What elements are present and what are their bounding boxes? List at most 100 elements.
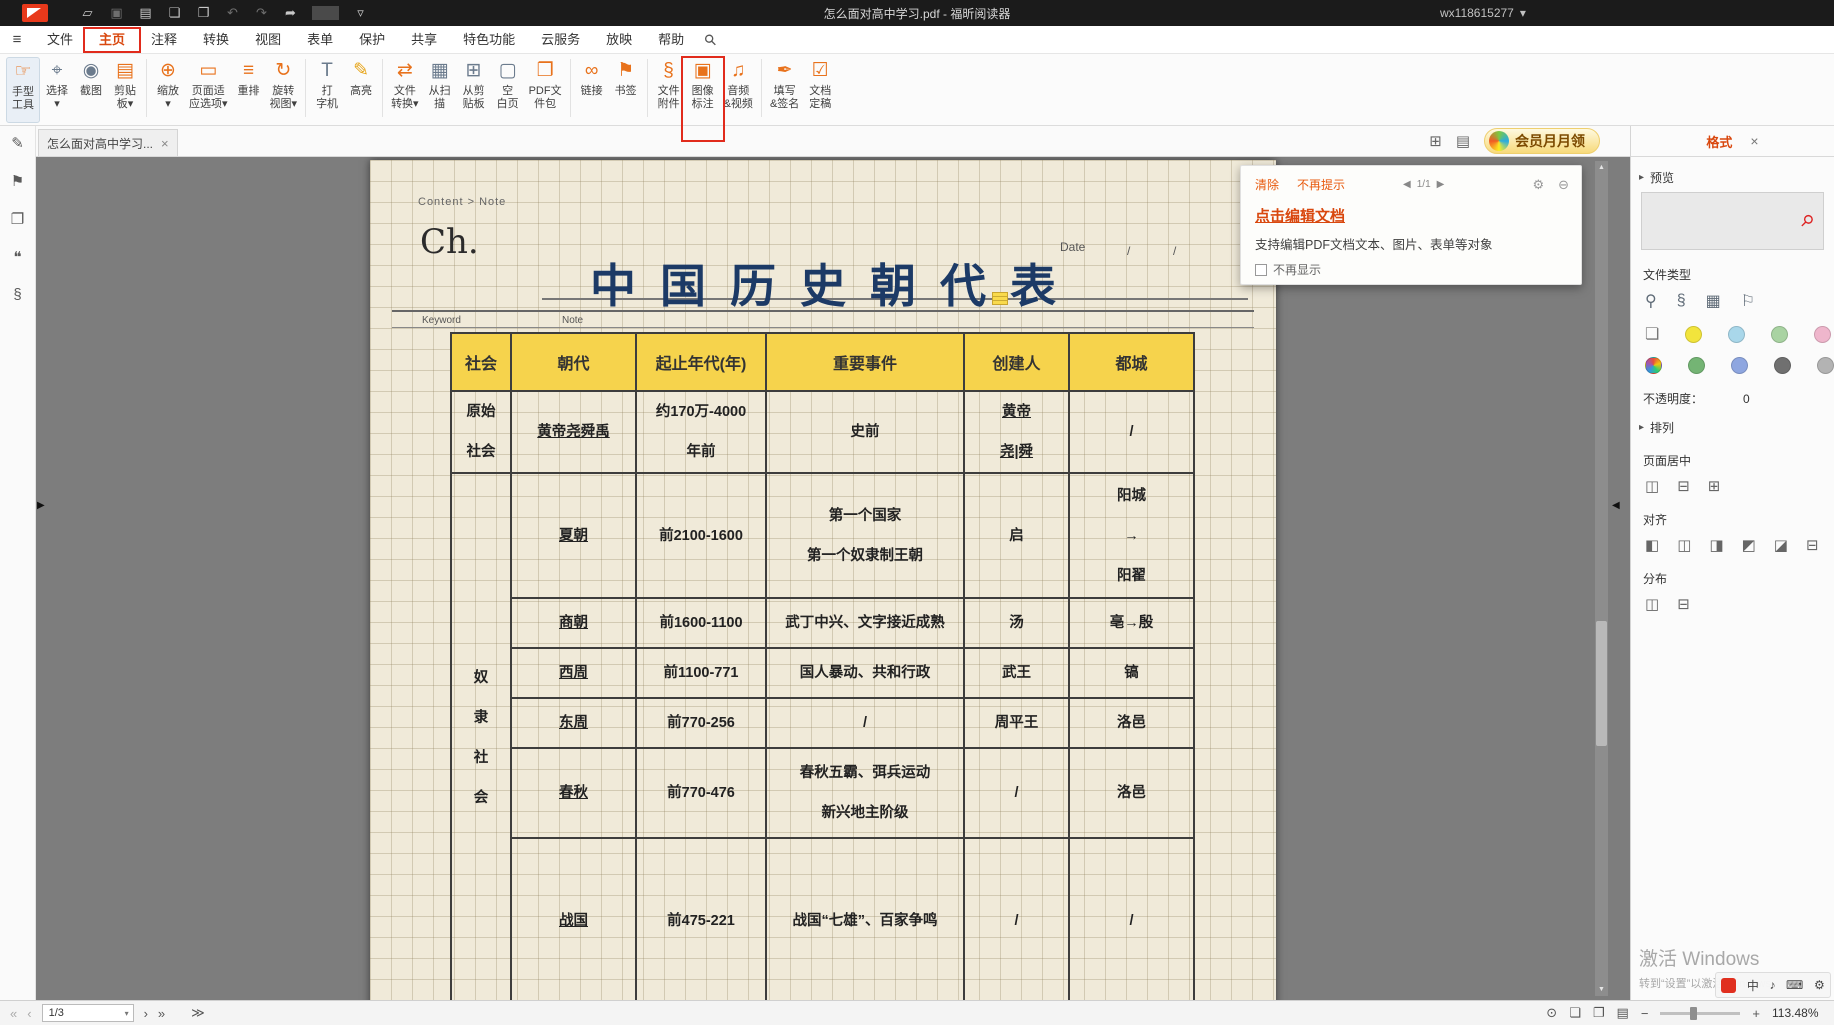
- dynasty-cell[interactable]: 东周: [511, 698, 636, 748]
- continuous-scroll-icon[interactable]: ▤: [1617, 1005, 1629, 1021]
- print-icon[interactable]: ▤: [132, 5, 159, 21]
- distribute-horizontal-icon[interactable]: ◫: [1645, 595, 1659, 613]
- bookmarks-panel-icon[interactable]: ⚑: [11, 172, 24, 194]
- edit-document-link[interactable]: 点击编辑文档: [1255, 205, 1581, 226]
- scrollbar-thumb[interactable]: [1596, 621, 1607, 746]
- rotate-view-button[interactable]: ↻ 旋转 视图▾: [266, 57, 302, 123]
- align-right-icon[interactable]: ◨: [1709, 536, 1723, 554]
- close-icon[interactable]: ×: [1750, 133, 1758, 149]
- distribute-vertical-icon[interactable]: ⊟: [1677, 595, 1690, 613]
- dynasty-cell[interactable]: 春秋: [511, 748, 636, 838]
- fill-sign-button[interactable]: ✒ 填写 &签名: [766, 57, 803, 123]
- menu-home[interactable]: 主页: [86, 26, 138, 53]
- align-top-icon[interactable]: ◩: [1742, 536, 1756, 554]
- clipboard-button[interactable]: ▤ 剪贴 板▾: [108, 57, 142, 123]
- share-icon[interactable]: ➦: [277, 5, 304, 21]
- color-swatch-gray[interactable]: [1817, 357, 1834, 374]
- customize-toolbar-icon[interactable]: ▿: [347, 5, 374, 21]
- menu-protect[interactable]: 保护: [346, 26, 398, 53]
- align-center-icon[interactable]: ◫: [1677, 536, 1691, 554]
- prev-page-icon[interactable]: ‹: [27, 1006, 31, 1021]
- menu-convert[interactable]: 转换: [190, 26, 242, 53]
- hamburger-menu-icon[interactable]: ≡: [0, 31, 34, 48]
- undo-icon[interactable]: ↶: [219, 5, 246, 21]
- menu-comment[interactable]: 注释: [138, 26, 190, 53]
- single-page-icon[interactable]: ❏: [1569, 1005, 1581, 1021]
- from-scan-button[interactable]: ▦ 从扫 描: [423, 57, 457, 123]
- color-swatch-multicolor[interactable]: [1645, 357, 1662, 374]
- facing-pages-icon[interactable]: ❐: [1593, 1005, 1605, 1021]
- paperclip-type-icon[interactable]: §: [1677, 292, 1686, 310]
- edit-pencil-icon[interactable]: ✎: [11, 134, 24, 156]
- ime-gear-icon[interactable]: ⚙: [1814, 978, 1825, 992]
- zoom-out-icon[interactable]: −: [1641, 1006, 1649, 1021]
- grid-view-icon[interactable]: ⊞: [1429, 132, 1442, 150]
- color-swatch-yellow[interactable]: [1685, 326, 1702, 343]
- account-menu[interactable]: wx118615277 ▾: [1440, 6, 1526, 20]
- menu-cloud[interactable]: 云服务: [528, 26, 593, 53]
- keyboard-icon[interactable]: ⌨: [1786, 978, 1803, 992]
- scroll-up-icon[interactable]: ▲: [1595, 161, 1608, 174]
- dynasty-cell[interactable]: 战国: [511, 838, 636, 1000]
- zoom-slider-thumb[interactable]: [1690, 1007, 1697, 1020]
- next-arrow-icon[interactable]: ▶: [1437, 179, 1445, 190]
- gear-icon[interactable]: ⚙: [1532, 177, 1544, 193]
- zoom-slider[interactable]: [1660, 1012, 1740, 1015]
- file-attachment-button[interactable]: § 文件 附件: [652, 57, 686, 123]
- align-left-icon[interactable]: ◧: [1645, 536, 1659, 554]
- page-fit-button[interactable]: ▭ 页面适 应选项▾: [185, 57, 232, 123]
- menu-present[interactable]: 放映: [593, 26, 645, 53]
- founder-cell[interactable]: 黄帝 尧|舜: [964, 391, 1069, 473]
- menu-file[interactable]: 文件: [34, 26, 86, 53]
- center-vertical-icon[interactable]: ⊟: [1677, 477, 1690, 495]
- bookmark-button[interactable]: ⚑ 书签: [609, 57, 643, 123]
- sticky-note-icon[interactable]: [992, 292, 1008, 305]
- last-page-icon[interactable]: »: [158, 1006, 165, 1021]
- opacity-value[interactable]: 0: [1743, 392, 1750, 406]
- center-both-icon[interactable]: ⊞: [1708, 477, 1721, 495]
- first-page-icon[interactable]: «: [10, 1006, 17, 1021]
- blank-page-button[interactable]: ▢ 空 白页: [491, 57, 525, 123]
- menu-view[interactable]: 视图: [242, 26, 294, 53]
- file-convert-button[interactable]: ⇄ 文件 转换▾: [387, 57, 423, 123]
- ime-note-icon[interactable]: ♪: [1769, 978, 1775, 992]
- graph-type-icon[interactable]: ▦: [1706, 291, 1721, 311]
- reflow-button[interactable]: ≡ 重排: [232, 57, 266, 123]
- panel-collapse-handle[interactable]: ◀: [1612, 500, 1620, 511]
- vertical-scrollbar[interactable]: ▲ ▼: [1595, 161, 1608, 996]
- link-button[interactable]: ∞ 链接: [575, 57, 609, 123]
- no-remind-link[interactable]: 不再提示: [1297, 176, 1345, 193]
- menu-help[interactable]: 帮助: [645, 26, 697, 53]
- comments-panel-icon[interactable]: ❝: [13, 248, 21, 270]
- zoom-percentage[interactable]: 113.48%: [1772, 1006, 1824, 1020]
- membership-button[interactable]: 会员月月领: [1484, 128, 1600, 154]
- ime-mode-zhong[interactable]: 中: [1747, 977, 1759, 994]
- format-tab[interactable]: 格式: [1706, 132, 1732, 151]
- sidebar-expand-handle[interactable]: ▶: [37, 500, 45, 511]
- arrange-section-header[interactable]: ▸ 排列: [1639, 419, 1834, 436]
- color-swatch-darkgray[interactable]: [1774, 357, 1791, 374]
- dynasty-cell[interactable]: 商朝: [511, 598, 636, 648]
- typewriter-button[interactable]: T 打 字机: [310, 57, 344, 123]
- hand-tool-button[interactable]: ☞ 手型 工具: [6, 57, 40, 123]
- ime-logo-icon[interactable]: [1721, 978, 1736, 993]
- save-icon[interactable]: ▣: [103, 5, 130, 21]
- dynasty-cell[interactable]: 黄帝尧舜禹: [511, 391, 636, 473]
- color-swatch-lightgreen[interactable]: [1771, 326, 1788, 343]
- snapshot-button[interactable]: ◉ 截图: [74, 57, 108, 123]
- tag-type-icon[interactable]: ⚐: [1741, 291, 1755, 311]
- page-color-icon[interactable]: ❏: [1645, 324, 1659, 344]
- align-bottom-icon[interactable]: ⊟: [1806, 536, 1819, 554]
- preview-section-header[interactable]: ▸ 预览: [1639, 169, 1834, 186]
- doc-action-icon[interactable]: ❏: [161, 5, 188, 21]
- export-icon[interactable]: ❐: [190, 5, 217, 21]
- scroll-down-icon[interactable]: ▼: [1595, 983, 1608, 996]
- dont-show-checkbox[interactable]: [1255, 264, 1267, 276]
- pdf-portfolio-button[interactable]: ❐ PDF文 件包: [525, 57, 566, 123]
- zoom-in-icon[interactable]: +: [1752, 1006, 1760, 1021]
- marquee-zoom-icon[interactable]: ⊙: [1546, 1005, 1557, 1021]
- color-swatch-green[interactable]: [1688, 357, 1705, 374]
- collapse-icon[interactable]: ⊖: [1558, 177, 1569, 193]
- pages-panel-icon[interactable]: ❐: [11, 210, 24, 232]
- from-clipboard-button[interactable]: ⊞ 从剪 贴板: [457, 57, 491, 123]
